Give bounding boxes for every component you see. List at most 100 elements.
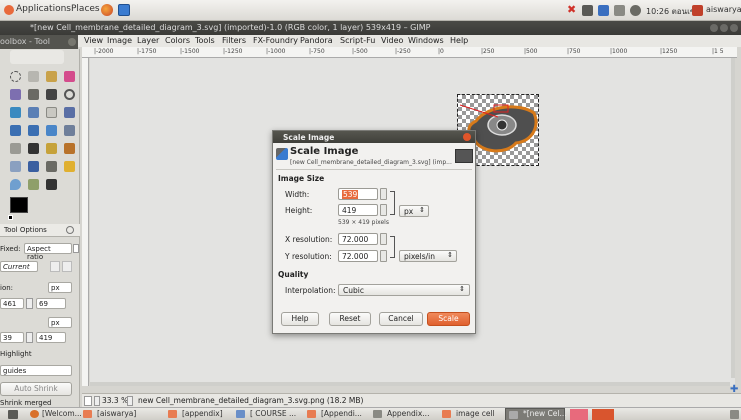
tab-menu-icon[interactable] [66,226,74,234]
landscape-button[interactable] [62,261,72,272]
task-gimp-active[interactable]: *[new Cel... [505,408,567,420]
task-appendi[interactable]: [Appendi... [307,409,362,420]
current-ratio-field[interactable]: Current [0,261,38,272]
width-spinner[interactable] [380,188,387,200]
fuzzy-select-icon[interactable] [46,71,57,82]
yres-spinner[interactable] [380,250,387,262]
measure-icon[interactable] [10,107,21,118]
horizontal-ruler[interactable]: |-2000 |-1750 |-1500 |-1250 |-1000 |-750… [82,47,737,58]
foreground-color-swatch[interactable] [10,197,28,213]
crop-icon[interactable] [46,107,57,118]
firefox-icon[interactable] [101,4,113,16]
navigate-icon[interactable]: ✚ [730,384,738,395]
task-welcome[interactable]: [Welcom... [28,409,82,420]
free-select-icon[interactable] [28,71,39,82]
task-appendix-doc[interactable]: Appendix... [373,409,429,420]
smudge-icon[interactable] [28,179,39,190]
mail-icon[interactable] [614,5,625,16]
text-tool-icon[interactable] [28,143,39,154]
auto-shrink-button[interactable]: Auto Shrink [0,382,72,396]
pointer-coords-icon[interactable] [84,396,92,406]
yres-field[interactable]: 72.000 [338,250,378,262]
highlight-option[interactable]: Highlight [0,350,32,358]
position-x-spinner[interactable] [26,298,33,309]
airbrush-icon[interactable] [10,161,21,172]
places-menu[interactable]: Places [71,4,100,14]
menu-view[interactable]: View [84,36,103,45]
size-unit-select[interactable]: px ⇕ [399,205,429,217]
dialog-titlebar[interactable]: Scale Image [273,131,475,143]
task-aiswarya[interactable]: [aiswarya] [83,409,136,420]
flip-icon[interactable] [64,125,75,136]
toolbox-close-icon[interactable] [68,38,76,46]
menu-colors[interactable]: Colors [165,36,190,45]
tool-options-tab[interactable]: Tool Options [0,224,80,237]
user-icon[interactable] [692,5,703,16]
menu-pandora[interactable]: Pandora [300,36,333,45]
keyboard-layout-icon[interactable] [582,5,593,16]
applications-menu[interactable]: Applications [16,4,71,14]
dialog-close-button[interactable] [463,133,471,141]
task-course[interactable]: [ COURSE ... [236,409,296,420]
fixed-aspect-select[interactable]: Aspect ratio [24,243,72,261]
paths-icon[interactable] [46,89,57,100]
pencil-icon[interactable] [46,143,57,154]
shrink-merged-option[interactable]: Shrink merged [0,399,52,407]
clone-icon[interactable] [46,161,57,172]
dodge-burn-icon[interactable] [46,179,57,190]
reset-button[interactable]: Reset [329,312,371,326]
menu-layer[interactable]: Layer [137,36,159,45]
menu-image[interactable]: Image [107,36,132,45]
perspective-icon[interactable] [46,125,57,136]
menu-help[interactable]: Help [450,36,468,45]
menu-video[interactable]: Video [381,36,403,45]
height-field[interactable]: 419 [338,204,378,216]
shear-icon[interactable] [28,125,39,136]
menu-script-fu[interactable]: Script-Fu [340,36,375,45]
scale-button[interactable]: Scale [427,312,470,326]
width-field[interactable]: 539 [338,188,378,200]
move-icon[interactable] [28,107,39,118]
trash-icon[interactable] [730,410,739,419]
zoom-level[interactable]: 33.3 % [102,396,128,405]
user-name[interactable]: aiswarya [706,5,741,14]
show-desktop-icon[interactable] [8,410,18,419]
vertical-scrollbar[interactable] [731,58,735,378]
paintbrush-icon[interactable] [64,143,75,154]
scale-icon[interactable] [10,125,21,136]
rotate-icon[interactable] [64,107,75,118]
size-height-field[interactable]: 419 [36,332,66,343]
chain-link-icon[interactable] [390,191,395,215]
resolution-unit-select[interactable]: pixels/in ⇕ [399,250,457,262]
vertical-ruler[interactable] [82,58,89,386]
height-spinner[interactable] [380,204,387,216]
cage-transform-icon[interactable] [10,143,21,154]
minimize-button[interactable] [710,24,718,32]
task-app-icon[interactable] [592,409,614,420]
select-by-color-icon[interactable] [64,71,75,82]
cancel-button[interactable]: Cancel [379,312,423,326]
maximize-button[interactable] [720,24,728,32]
network-error-icon[interactable]: ✖ [567,3,576,16]
xres-spinner[interactable] [380,233,387,245]
heal-icon[interactable] [64,161,75,172]
position-unit-select[interactable]: px [48,282,72,293]
close-button[interactable] [730,24,738,32]
menu-windows[interactable]: Windows [408,36,444,45]
bucket-fill-icon[interactable] [28,161,39,172]
volume-icon[interactable] [630,5,641,16]
zoom-icon[interactable] [64,89,75,100]
zoom-spinner[interactable] [127,396,133,406]
window-titlebar[interactable]: *[new Cell_membrane_detailed_diagram_3.s… [0,21,741,35]
size-width-field[interactable]: 39 [0,332,24,343]
resolution-chain-icon[interactable] [390,236,395,258]
menu-fx-foundry[interactable]: FX-Foundry [253,36,298,45]
ellipse-select-icon[interactable] [10,71,21,82]
size-unit-select[interactable]: px [48,317,72,328]
reset-colors-icon[interactable] [8,215,13,220]
gimp-launcher-icon[interactable] [118,4,130,16]
blur-icon[interactable] [10,179,21,190]
xres-field[interactable]: 72.000 [338,233,378,245]
size-width-spinner[interactable] [26,332,33,343]
position-y-field[interactable]: 69 [36,298,66,309]
